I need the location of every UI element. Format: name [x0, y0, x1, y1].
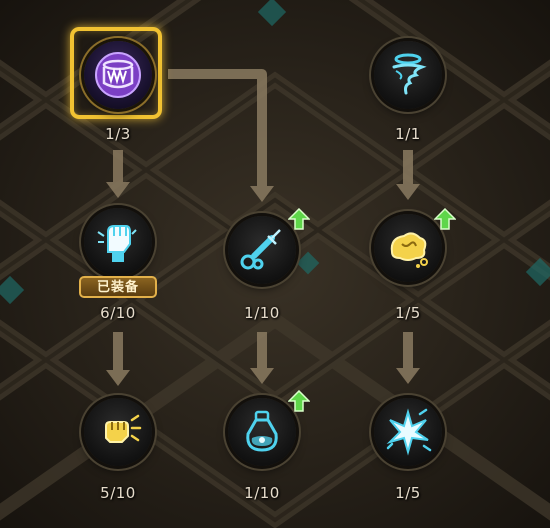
halo-tornado-icon	[392, 53, 427, 95]
upgrade-arrow-icon	[288, 390, 310, 412]
level-label: 1/10	[244, 484, 280, 502]
upgrade-arrow-icon	[288, 208, 310, 230]
level-label: 1/3	[105, 125, 131, 143]
upgrade-arrow-icon	[434, 208, 456, 230]
potion-flask-icon	[246, 410, 278, 452]
skill-node-6[interactable]	[76, 390, 160, 474]
skill-node-8[interactable]	[366, 390, 450, 474]
level-label: 1/1	[395, 125, 421, 143]
equipped-badge: 已装备	[79, 276, 157, 298]
purple-rune-icon	[95, 52, 141, 98]
level-label: 1/5	[395, 484, 421, 502]
level-label: 1/5	[395, 304, 421, 322]
level-label: 5/10	[100, 484, 136, 502]
skill-node-3[interactable]	[76, 200, 160, 284]
skill-tree-panel: 1/3 1/1 已装备 6/10 1/10 1/5 5/10 1/10 1/5	[0, 0, 550, 528]
dizzy-brain-icon	[390, 232, 428, 268]
level-label: 6/10	[100, 304, 136, 322]
raised-fist-icon	[97, 225, 137, 262]
skill-node-2[interactable]	[366, 33, 450, 117]
punch-impact-icon	[105, 414, 142, 443]
level-label: 1/10	[244, 304, 280, 322]
shatter-burst-icon	[386, 408, 432, 456]
syringe-icon	[240, 229, 281, 270]
skill-node-1[interactable]	[70, 27, 162, 119]
